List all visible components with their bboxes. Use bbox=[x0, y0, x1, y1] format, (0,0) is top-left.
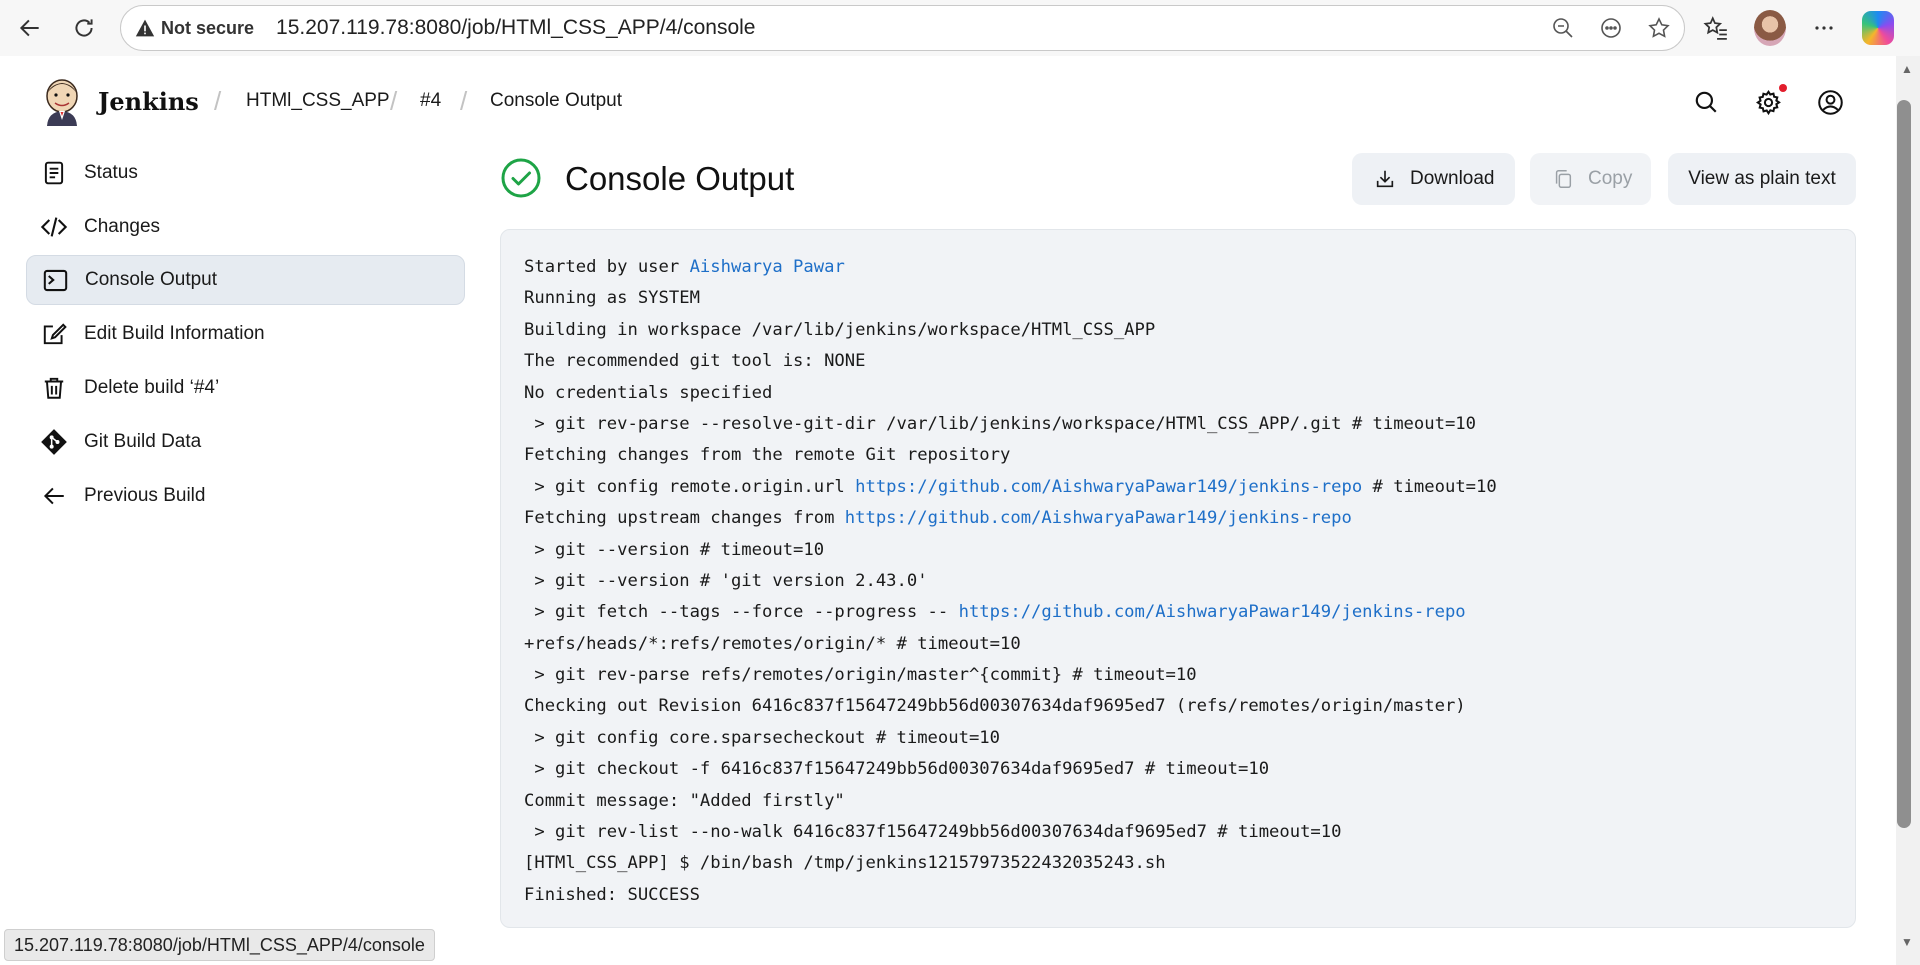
console-line: +refs/heads/*:refs/remotes/origin/* # ti… bbox=[524, 633, 1021, 654]
link-status-bar: 15.207.119.78:8080/job/HTMl_CSS_APP/4/co… bbox=[4, 929, 435, 961]
sidebar-item-label: Delete build ‘#4’ bbox=[84, 377, 220, 398]
copy-button[interactable]: Copy bbox=[1530, 153, 1651, 205]
edit-icon bbox=[40, 320, 68, 348]
console-line: > git --version # 'git version 2.43.0' bbox=[524, 570, 928, 591]
download-button[interactable]: Download bbox=[1352, 153, 1515, 205]
copilot-icon[interactable] bbox=[1862, 11, 1894, 45]
address-bar[interactable]: Not secure 15.207.119.78:8080/job/HTMl_C… bbox=[120, 5, 1685, 51]
console-output-panel: Started by user Aishwarya Pawar Running … bbox=[500, 229, 1856, 928]
browser-toolbar: Not secure 15.207.119.78:8080/job/HTMl_C… bbox=[0, 0, 1920, 56]
view-as-plain-text-button[interactable]: View as plain text bbox=[1668, 153, 1856, 205]
sidebar-item-label: Changes bbox=[84, 216, 161, 237]
download-label: Download bbox=[1410, 168, 1495, 189]
breadcrumb-separator: / bbox=[390, 86, 398, 116]
sidebar-item-label: Previous Build bbox=[84, 485, 206, 506]
breadcrumb-build[interactable]: #4 bbox=[420, 90, 441, 112]
scroll-down-arrow-icon[interactable]: ▼ bbox=[1897, 935, 1917, 951]
back-arrow-icon[interactable] bbox=[10, 8, 50, 48]
git-icon bbox=[40, 428, 68, 456]
console-line: Checking out Revision 6416c837f15647249b… bbox=[524, 696, 1466, 717]
not-secure-label: Not secure bbox=[161, 17, 255, 38]
scroll-up-arrow-icon[interactable]: ▲ bbox=[1897, 62, 1917, 78]
more-circle-icon[interactable] bbox=[1598, 15, 1624, 41]
repo-link[interactable]: https://github.com/AishwaryaPawar149/jen… bbox=[855, 477, 1362, 497]
notification-dot bbox=[1779, 84, 1787, 92]
console-line: The recommended git tool is: NONE bbox=[524, 351, 866, 372]
console-line: Commit message: "Added firstly" bbox=[524, 790, 845, 811]
code-icon bbox=[40, 213, 68, 241]
trash-icon bbox=[40, 374, 68, 402]
jenkins-page: Jenkins / HTMl_CSS_APP / #4 / Console Ou… bbox=[0, 56, 1896, 965]
breadcrumb-job[interactable]: HTMl_CSS_APP bbox=[246, 90, 390, 112]
jenkins-brand[interactable]: Jenkins bbox=[98, 87, 199, 116]
sidebar-item-delete-build[interactable]: Delete build ‘#4’ bbox=[26, 363, 465, 413]
scrollbar-thumb[interactable] bbox=[1897, 100, 1911, 828]
sidebar-item-edit-build-information[interactable]: Edit Build Information bbox=[26, 309, 465, 359]
settings-more-icon[interactable] bbox=[1808, 12, 1840, 44]
console-line: > git rev-list --no-walk 6416c837f156472… bbox=[524, 822, 1342, 843]
arrow-left-icon bbox=[40, 482, 68, 510]
console-line: No credentials specified bbox=[524, 382, 773, 403]
sidebar-item-label: Git Build Data bbox=[84, 431, 202, 452]
console-line: Finished: SUCCESS bbox=[524, 884, 700, 905]
sidebar-item-label: Console Output bbox=[85, 269, 218, 290]
sidebar-item-changes[interactable]: Changes bbox=[26, 202, 465, 252]
copy-label: Copy bbox=[1588, 168, 1633, 189]
jenkins-header: Jenkins / HTMl_CSS_APP / #4 / Console Ou… bbox=[0, 56, 1896, 148]
console-line: > git --version # timeout=10 bbox=[524, 539, 825, 560]
console-line: > git config remote.origin.url https://g… bbox=[524, 476, 1497, 497]
console-line: > git rev-parse refs/remotes/origin/mast… bbox=[524, 665, 1197, 686]
console-line: Running as SYSTEM bbox=[524, 288, 700, 309]
user-account-icon[interactable] bbox=[1814, 86, 1846, 118]
reload-icon[interactable] bbox=[64, 8, 104, 48]
sidebar-item-console-output[interactable]: Console Output bbox=[26, 255, 465, 305]
sidebar-item-label: Edit Build Information bbox=[84, 323, 265, 344]
console-line: > git checkout -f 6416c837f15647249bb56d… bbox=[524, 759, 1270, 780]
search-icon[interactable] bbox=[1690, 86, 1722, 118]
console-line: > git fetch --tags --force --progress --… bbox=[524, 602, 1466, 623]
jenkins-logo-icon[interactable] bbox=[42, 78, 82, 126]
document-icon bbox=[40, 159, 68, 187]
breadcrumb-separator: / bbox=[460, 86, 468, 116]
success-check-icon bbox=[501, 158, 541, 198]
download-icon bbox=[1374, 167, 1398, 191]
sidebar-item-status[interactable]: Status bbox=[26, 148, 465, 198]
terminal-icon bbox=[41, 266, 69, 294]
page-title: Console Output bbox=[565, 160, 795, 197]
console-line: > git config core.sparsecheckout # timeo… bbox=[524, 727, 1000, 748]
breadcrumb-separator: / bbox=[214, 86, 222, 116]
console-line: Fetching upstream changes from https://g… bbox=[524, 508, 1352, 529]
breadcrumb-console-output[interactable]: Console Output bbox=[490, 90, 622, 112]
console-line: Started by user Aishwarya Pawar bbox=[524, 257, 845, 277]
warning-triangle-icon bbox=[135, 18, 155, 38]
sidebar-item-previous-build[interactable]: Previous Build bbox=[26, 471, 465, 521]
sidebar-item-git-build-data[interactable]: Git Build Data bbox=[26, 417, 465, 467]
profile-avatar[interactable] bbox=[1754, 10, 1786, 46]
repo-link[interactable]: https://github.com/AishwaryaPawar149/jen… bbox=[959, 602, 1466, 622]
zoom-out-icon[interactable] bbox=[1550, 15, 1576, 41]
console-line: [HTMl_CSS_APP] $ /bin/bash /tmp/jenkins1… bbox=[524, 853, 1166, 874]
console-line: Fetching changes from the remote Git rep… bbox=[524, 445, 1011, 466]
user-link[interactable]: Aishwarya Pawar bbox=[690, 257, 845, 277]
console-line: > git rev-parse --resolve-git-dir /var/l… bbox=[524, 413, 1476, 434]
repo-link[interactable]: https://github.com/AishwaryaPawar149/jen… bbox=[845, 508, 1352, 528]
star-icon[interactable] bbox=[1646, 15, 1672, 41]
copy-icon bbox=[1552, 167, 1576, 191]
url-text[interactable]: 15.207.119.78:8080/job/HTMl_CSS_APP/4/co… bbox=[276, 16, 755, 40]
console-line: Building in workspace /var/lib/jenkins/w… bbox=[524, 319, 1156, 340]
plain-text-label: View as plain text bbox=[1688, 168, 1836, 189]
sidebar-item-label: Status bbox=[84, 162, 138, 183]
favorites-icon[interactable] bbox=[1700, 12, 1732, 44]
